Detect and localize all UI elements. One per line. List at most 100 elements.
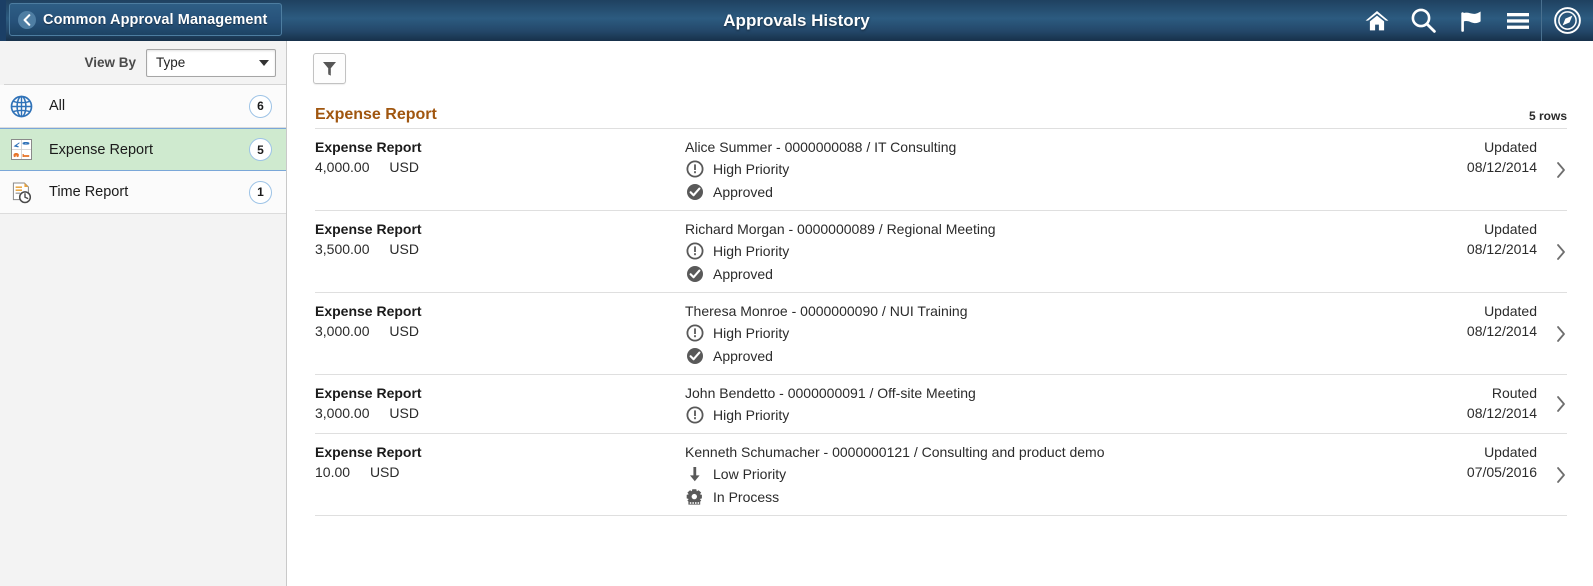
row-priority-line: Low Priority [685,464,1413,483]
row-type-column: Expense Report 3,500.00 USD [315,220,685,257]
row-detail-column: Alice Summer - 0000000088 / IT Consultin… [685,138,1413,201]
home-icon[interactable] [1353,0,1400,41]
app-header: Common Approval Management Approvals His… [0,0,1593,41]
row-currency: USD [389,241,419,257]
approvals-list: Expense Report 4,000.00 USD Alice Summer… [315,129,1567,516]
expense-report-icon [9,138,33,162]
row-detail-title: John Bendetto - 0000000091 / Off-site Me… [685,385,976,401]
row-priority-label: Low Priority [713,465,787,482]
sidebar-item-all[interactable]: All 6 [0,85,286,128]
row-detail-title: Richard Morgan - 0000000089 / Regional M… [685,221,996,237]
arrow-down-icon [685,464,704,483]
rows-count-label: 5 rows [1528,109,1567,123]
check-circle-icon [685,346,704,365]
row-updated-date: 07/05/2016 [1466,464,1537,480]
row-status-line: Approved [685,346,1413,365]
flag-icon[interactable] [1447,0,1494,41]
view-by-select[interactable]: Type [146,48,276,77]
row-amount: 10.00 USD [315,464,685,480]
row-open-chevron[interactable] [1541,443,1567,506]
row-amount: 3,000.00 USD [315,405,685,421]
section-title: Expense Report [315,106,437,123]
row-updated-label: Routed [1491,385,1537,401]
row-priority-label: High Priority [713,324,790,341]
row-updated-date: 08/12/2014 [1466,323,1537,339]
row-open-chevron[interactable] [1541,384,1567,424]
chevron-right-icon [1556,325,1567,343]
row-currency: USD [369,464,400,480]
row-priority-line: High Priority [685,241,1413,260]
view-by-row: View By Type [0,41,286,85]
row-amount-value: 3,000.00 [315,405,370,421]
sidebar-item-expense-report[interactable]: Expense Report 5 [0,128,286,171]
row-currency: USD [389,405,419,421]
row-status-line: In Process [685,487,1413,506]
table-row[interactable]: Expense Report 3,500.00 USD Richard Morg… [315,211,1567,293]
exclamation-circle-icon [685,405,704,424]
row-status-label: In Process [713,488,780,505]
page-body: View By Type All 6 Expense Report 5 Time… [0,41,1593,586]
row-priority-label: High Priority [713,160,790,177]
row-detail-column: Theresa Monroe - 0000000090 / NUI Traini… [685,302,1413,365]
row-open-chevron[interactable] [1541,220,1567,283]
row-status-label: Approved [713,265,773,282]
row-currency: USD [389,159,419,175]
row-updated-label: Updated [1484,303,1537,319]
row-updated-column: Routed 08/12/2014 [1413,384,1541,421]
sidebar-item-count-badge: 6 [249,94,272,118]
row-updated-column: Updated 07/05/2016 [1413,443,1541,480]
main-content: Expense Report 5 rows Expense Report 4,0… [287,41,1593,586]
row-updated-label: Updated [1484,139,1537,155]
row-priority-line: High Priority [685,323,1413,342]
row-type-name: Expense Report [315,221,422,237]
row-type-column: Expense Report 4,000.00 USD [315,138,685,175]
filter-bar [287,41,1593,84]
row-updated-column: Updated 08/12/2014 [1413,302,1541,339]
table-row[interactable]: Expense Report 4,000.00 USD Alice Summer… [315,129,1567,211]
back-to-common-approval-management-button[interactable]: Common Approval Management [9,3,283,36]
sidebar-item-count-badge: 5 [249,138,272,161]
sidebar-item-time-report[interactable]: Time Report 1 [0,171,286,214]
row-updated-date: 08/12/2014 [1466,405,1537,421]
row-amount-value: 4,000.00 [315,159,370,175]
row-priority-line: High Priority [685,405,1413,424]
row-open-chevron[interactable] [1541,302,1567,365]
chevron-right-icon [1556,395,1567,413]
row-type-name: Expense Report [315,303,422,319]
filter-button[interactable] [313,53,346,84]
row-amount-value: 10.00 [315,464,351,480]
row-open-chevron[interactable] [1541,138,1567,201]
row-detail-column: Richard Morgan - 0000000089 / Regional M… [685,220,1413,283]
search-icon[interactable] [1400,0,1447,41]
time-report-icon [9,180,33,204]
chevron-left-icon [18,10,36,29]
sidebar-item-count-badge: 1 [249,180,272,204]
row-detail-title: Theresa Monroe - 0000000090 / NUI Traini… [685,303,968,319]
row-updated-label: Updated [1484,444,1537,460]
hamburger-menu-icon[interactable] [1494,0,1541,41]
row-type-column: Expense Report 3,000.00 USD [315,384,685,421]
back-button-label: Common Approval Management [43,11,268,28]
row-updated-column: Updated 08/12/2014 [1413,220,1541,257]
row-type-name: Expense Report [315,139,422,155]
chevron-right-icon [1556,161,1567,179]
row-type-name: Expense Report [315,444,422,460]
row-status-label: Approved [713,347,773,364]
navbar-compass-icon[interactable] [1541,0,1593,41]
gear-icon [685,487,704,506]
row-amount-value: 3,000.00 [315,323,370,339]
row-updated-column: Updated 08/12/2014 [1413,138,1541,175]
row-amount-value: 3,500.00 [315,241,370,257]
table-row[interactable]: Expense Report 10.00 USD Kenneth Schumac… [315,434,1567,516]
exclamation-circle-icon [685,323,704,342]
table-row[interactable]: Expense Report 3,000.00 USD Theresa Monr… [315,293,1567,375]
row-status-line: Approved [685,182,1413,201]
exclamation-circle-icon [685,159,704,178]
table-row[interactable]: Expense Report 3,000.00 USD John Bendett… [315,375,1567,434]
row-status-line: Approved [685,264,1413,283]
chevron-down-icon [259,59,269,66]
row-priority-line: High Priority [685,159,1413,178]
row-updated-label: Updated [1484,221,1537,237]
sidebar-item-label: Expense Report [49,141,153,158]
check-circle-icon [685,182,704,201]
